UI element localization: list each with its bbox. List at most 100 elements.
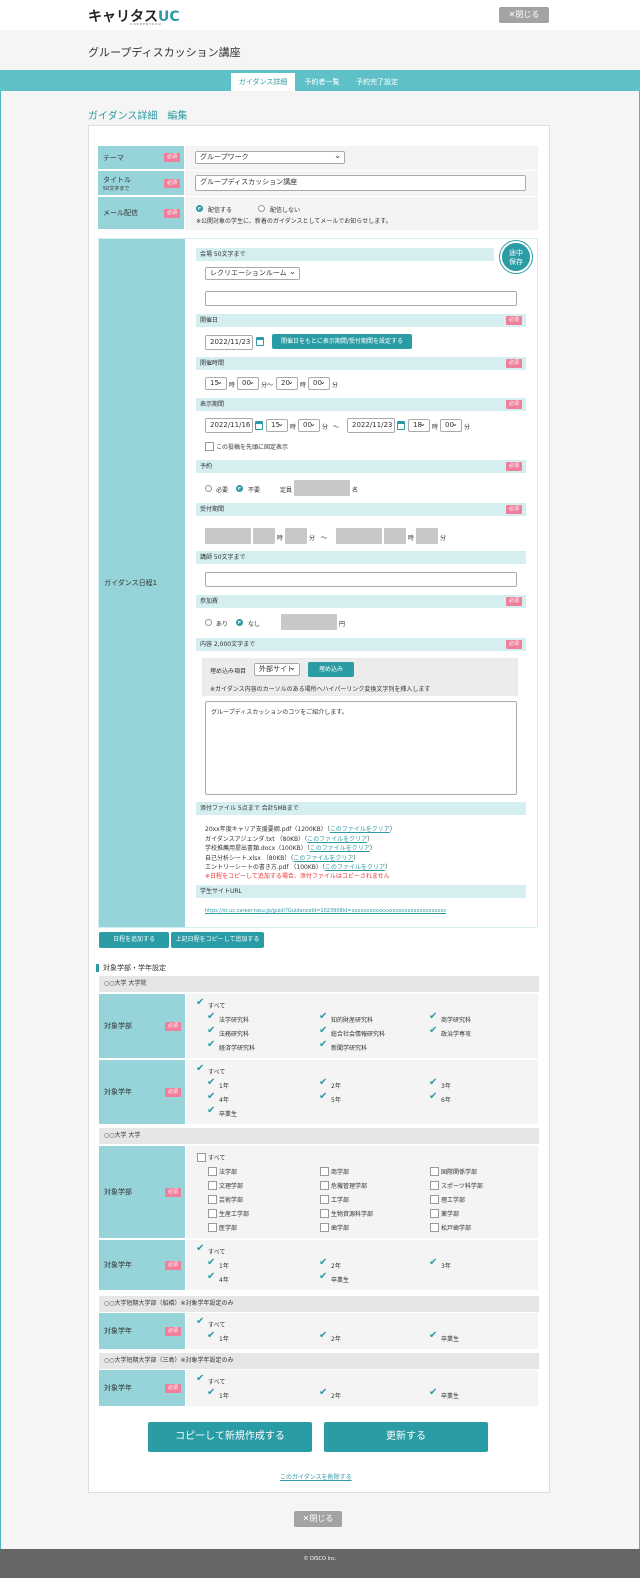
checkbox-item[interactable]: 1年 xyxy=(207,1387,229,1400)
clear-file-link[interactable]: このファイルをクリア xyxy=(330,826,390,833)
checkbox-all[interactable]: すべて xyxy=(196,1316,225,1329)
checkbox-item[interactable]: 知的財産研究科 xyxy=(319,1011,373,1024)
checkbox-item[interactable]: 商学研究科 xyxy=(429,1011,471,1024)
clear-file-link[interactable]: このファイルをクリア xyxy=(307,836,367,843)
end-minute-select[interactable]: 00 xyxy=(308,376,330,390)
display-to-hour[interactable]: 18 xyxy=(408,418,430,432)
checkbox-item[interactable]: 1年 xyxy=(207,1077,229,1090)
fee-input[interactable] xyxy=(281,614,337,630)
tab-reservation-list[interactable]: 予約者一覧 xyxy=(298,73,346,91)
checkbox-item[interactable]: 薬学部 xyxy=(430,1209,459,1218)
end-hour-select[interactable]: 20 xyxy=(276,376,298,390)
fee-no-radio[interactable] xyxy=(236,619,243,626)
lecturer-input[interactable] xyxy=(205,572,517,587)
checkbox-item[interactable]: 芸術学部 xyxy=(208,1195,243,1204)
tab-reservation-complete[interactable]: 予約完了設定 xyxy=(350,73,404,91)
venue-select[interactable]: レクリエーションルーム xyxy=(205,266,300,280)
checkbox-all[interactable]: すべて xyxy=(196,997,225,1010)
checkbox-item[interactable]: 経済学研究科 xyxy=(207,1039,255,1052)
checkbox-item[interactable]: 生産工学部 xyxy=(208,1209,249,1218)
checkbox-item[interactable]: 2年 xyxy=(319,1387,341,1400)
date-header: 開催日 必須 xyxy=(196,314,526,327)
checkbox-item[interactable]: 新聞学研究科 xyxy=(319,1039,367,1052)
start-hour-select[interactable]: 15 xyxy=(205,376,227,390)
calendar-icon[interactable] xyxy=(256,337,264,346)
checkbox-item[interactable]: 3年 xyxy=(429,1257,451,1270)
checkbox-item[interactable]: 卒業生 xyxy=(319,1271,349,1284)
copy-new-button[interactable]: コピーして新規作成する xyxy=(148,1422,312,1452)
close-button[interactable]: ✕閉じる xyxy=(499,7,549,23)
capacity-input[interactable] xyxy=(294,480,350,496)
calendar-icon[interactable] xyxy=(255,421,263,430)
checkbox-item[interactable]: 商学部 xyxy=(320,1167,349,1176)
content-textarea[interactable]: グループディスカッションのコツをご紹介します。 xyxy=(205,701,517,795)
tab-guidance-detail[interactable]: ガイダンス詳細 xyxy=(231,73,295,91)
checkbox-all[interactable]: すべて xyxy=(196,1063,225,1076)
hour-label: 時 xyxy=(432,424,439,431)
copy-schedule-button[interactable]: 上記日程をコピーして追加する xyxy=(171,932,264,948)
checkbox-item[interactable]: 3年 xyxy=(429,1077,451,1090)
checkbox-all[interactable]: すべて xyxy=(196,1373,225,1386)
checkbox-item[interactable]: 工学部 xyxy=(320,1195,349,1204)
update-button[interactable]: 更新する xyxy=(324,1422,488,1452)
checkbox-item[interactable]: 卒業生 xyxy=(429,1387,459,1400)
mail-off-radio[interactable] xyxy=(258,205,265,212)
checkbox-item[interactable]: 2年 xyxy=(319,1257,341,1270)
display-from-minute[interactable]: 00 xyxy=(298,418,320,432)
checkbox-item[interactable]: 生物資源科学部 xyxy=(320,1209,373,1218)
mail-on-radio[interactable] xyxy=(196,205,203,212)
display-from-input[interactable]: 2022/11/16 xyxy=(205,418,253,433)
checkbox-item[interactable]: 松戸歯学部 xyxy=(430,1223,471,1232)
display-to-minute[interactable]: 00 xyxy=(440,418,462,432)
url-header: 学生サイトURL xyxy=(196,885,526,898)
checkbox-item[interactable]: 6年 xyxy=(429,1091,451,1104)
embed-select[interactable]: 外部サイト xyxy=(254,662,300,676)
fee-yes-radio[interactable] xyxy=(205,619,212,626)
checkbox-item[interactable]: 歯学部 xyxy=(320,1223,349,1232)
venue-input[interactable] xyxy=(205,291,517,306)
checkbox-item[interactable]: 政治学専攻 xyxy=(429,1025,471,1038)
reservation-not-required-radio[interactable] xyxy=(236,485,243,492)
checkbox-item[interactable]: 文理学部 xyxy=(208,1181,243,1190)
checkbox-item[interactable]: 法務研究科 xyxy=(207,1025,249,1038)
title-input[interactable]: グループディスカッション講座 xyxy=(195,175,526,191)
delete-guidance-link[interactable]: このガイダンスを削除する xyxy=(280,1472,352,1481)
set-period-button[interactable]: 開催日をもとに表示期間/受付期間を設定する xyxy=(272,334,412,349)
checkbox-item[interactable]: 1年 xyxy=(207,1330,229,1343)
interim-save-button[interactable]: 途中 保存 xyxy=(500,241,532,273)
reservation-required-radio[interactable] xyxy=(205,485,212,492)
checkbox-item[interactable]: スポーツ科学部 xyxy=(430,1181,483,1190)
checkbox-all[interactable]: すべて xyxy=(196,1243,225,1256)
checkbox-item[interactable]: 理工学部 xyxy=(430,1195,465,1204)
checkbox-item[interactable]: 卒業生 xyxy=(429,1330,459,1343)
student-site-url[interactable]: https://st.uc.career-tasu.jp/guid/?Guida… xyxy=(205,908,446,914)
calendar-icon[interactable] xyxy=(397,421,405,430)
checkbox-item[interactable]: 5年 xyxy=(319,1091,341,1104)
add-schedule-button[interactable]: 日程を追加する xyxy=(99,932,169,948)
embed-button[interactable]: 埋め込み xyxy=(308,662,354,677)
mail-on-label: 配信する xyxy=(208,207,233,214)
checkbox-item[interactable]: 法学研究科 xyxy=(207,1011,249,1024)
checkbox-item[interactable]: 危機管理学部 xyxy=(320,1181,367,1190)
checkbox-item[interactable]: 法学部 xyxy=(208,1167,237,1176)
checkbox-item[interactable]: 総合社会情報研究科 xyxy=(319,1025,385,1038)
checkbox-all[interactable]: すべて xyxy=(197,1153,225,1162)
clear-file-link[interactable]: このファイルをクリア xyxy=(293,855,353,862)
checkbox-item[interactable]: 4年 xyxy=(207,1271,229,1284)
date-input[interactable]: 2022/11/23 xyxy=(205,335,253,350)
checkbox-item[interactable]: 国際関係学部 xyxy=(430,1167,477,1176)
clear-file-link[interactable]: このファイルをクリア xyxy=(310,845,370,852)
display-to-input[interactable]: 2022/11/23 xyxy=(347,418,395,433)
checkbox-item[interactable]: 2年 xyxy=(319,1077,341,1090)
checkbox-item[interactable]: 卒業生 xyxy=(207,1105,237,1118)
checkbox-item[interactable]: 医学部 xyxy=(208,1223,237,1232)
clear-file-link[interactable]: このファイルをクリア xyxy=(325,864,385,871)
checkbox-item[interactable]: 4年 xyxy=(207,1091,229,1104)
theme-select[interactable]: グループワーク xyxy=(195,150,345,164)
pin-checkbox[interactable]: この投稿を先頭に固定表示 xyxy=(205,442,288,451)
display-from-hour[interactable]: 15 xyxy=(266,418,288,432)
checkbox-item[interactable]: 2年 xyxy=(319,1330,341,1343)
checkbox-item[interactable]: 1年 xyxy=(207,1257,229,1270)
bottom-close-button[interactable]: ✕閉じる xyxy=(294,1511,342,1527)
start-minute-select[interactable]: 00 xyxy=(237,376,259,390)
